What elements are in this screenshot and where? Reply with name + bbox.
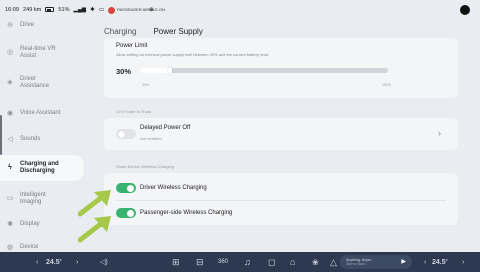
- left-temperature[interactable]: 24.5 °: [46, 252, 62, 272]
- volume-icon[interactable]: ◁): [100, 252, 108, 272]
- wireless-charging-card: [104, 173, 458, 225]
- brightness-icon: ✺: [7, 221, 13, 229]
- tab-bar: Charging Power Supply: [104, 27, 203, 36]
- passenger-wireless-toggle[interactable]: [116, 208, 136, 218]
- temp-down-left-icon[interactable]: ‹: [36, 252, 38, 272]
- camera-icon: ▭: [6, 195, 14, 203]
- sidebar-item-drive[interactable]: ⊖ Drive: [0, 20, 88, 32]
- clock: 16:09: [5, 7, 19, 13]
- settings-sidebar: ⊖ Drive ◎ Real-time VR Assist ◈ Driver A…: [0, 14, 88, 252]
- power-limit-slider[interactable]: [140, 68, 388, 73]
- delayed-power-off-toggle[interactable]: [116, 129, 136, 139]
- annotation-arrow-icon: [78, 216, 111, 243]
- sidebar-item-voice-assistant[interactable]: ◉ Voice Assistant: [0, 105, 88, 123]
- slider-min-label: 30%: [142, 83, 150, 87]
- right-temp-value: 24.5: [432, 258, 446, 266]
- sidebar-item-driver-assistance[interactable]: ◈ Driver Assistance: [0, 74, 88, 92]
- temp-down-right-icon[interactable]: ‹: [424, 252, 426, 272]
- sidebar-item-sounds[interactable]: ◁ Sounds: [0, 134, 88, 146]
- battery-percent: 51%: [58, 7, 70, 13]
- passenger-wireless-label: Passenger-side Wireless Charging: [140, 210, 233, 216]
- power-limit-slider-handle[interactable]: [168, 67, 172, 74]
- sidebar-item-label: Intelligent Imaging: [20, 191, 46, 206]
- left-temp-value: 24.5: [46, 258, 60, 266]
- steering-wheel-icon: ⊖: [7, 22, 13, 30]
- sidebar-item-intelligent-imaging[interactable]: ▭ Intelligent Imaging: [0, 190, 88, 208]
- media-artist: Stereo Naro: [346, 262, 366, 266]
- music-icon[interactable]: ♫: [244, 252, 251, 272]
- voice-assistant-icon: ◉: [6, 110, 14, 118]
- power-limit-description: Allow setting an external power supply l…: [116, 52, 270, 57]
- speaker-icon: ◁: [7, 136, 13, 144]
- driver-wireless-label: Driver Wireless Charging: [140, 185, 207, 191]
- signal-icon: ▂▄▆: [73, 7, 87, 13]
- slider-max-label: 100%: [382, 83, 391, 87]
- media-player[interactable]: Anything, Anyw... Stereo Naro ▶: [340, 255, 412, 269]
- sidebar-item-charging[interactable]: ϟ Charging and Discharging: [0, 155, 84, 181]
- temp-unit: °: [59, 259, 62, 265]
- right-temperature[interactable]: 24.5 °: [432, 252, 448, 272]
- section-label-wireless: Smart Device Wireless Charging: [116, 164, 174, 169]
- sidebar-item-label: Voice Assistant: [20, 110, 61, 117]
- camera-360-icon[interactable]: 360: [218, 252, 228, 272]
- sidebar-scrollbar[interactable]: [0, 115, 2, 155]
- apps-grid-icon[interactable]: ⊞: [172, 252, 180, 272]
- tab-charging[interactable]: Charging: [104, 27, 136, 36]
- charging-icon: ϟ: [8, 164, 12, 172]
- sidebar-item-label: Sounds: [20, 136, 41, 143]
- sidebar-item-label: Real-time VR Assist: [20, 45, 56, 60]
- sidebar-item-label: Device: [20, 244, 39, 251]
- chevron-right-icon[interactable]: ›: [438, 128, 441, 138]
- fan-icon[interactable]: ❀: [312, 252, 319, 272]
- range-readout: 249 km: [23, 7, 42, 13]
- power-limit-value: 30%: [116, 67, 132, 76]
- sidebar-item-display[interactable]: ✺ Display: [0, 219, 88, 231]
- power-limit-slider-fill: [140, 68, 170, 73]
- car-icon[interactable]: ⊟: [196, 252, 204, 272]
- driver-wireless-toggle[interactable]: [116, 183, 136, 193]
- row-divider: [116, 200, 446, 201]
- sidebar-item-label: Display: [20, 221, 40, 228]
- tab-power-supply[interactable]: Power Supply: [153, 27, 202, 36]
- phone-icon[interactable]: ◻: [268, 252, 275, 272]
- section-label-12v: 12V Power in Trunk: [116, 109, 151, 114]
- device-icon: ◍: [6, 244, 14, 252]
- temp-unit: °: [445, 259, 448, 265]
- navigation-icon[interactable]: △: [330, 252, 337, 272]
- sidebar-item-label: Drive: [20, 22, 35, 29]
- sidebar-item-vr-assist[interactable]: ◎ Real-time VR Assist: [0, 44, 88, 62]
- play-icon[interactable]: ▶: [401, 258, 406, 265]
- driver-assistance-icon: ◈: [7, 79, 13, 87]
- sidebar-item-label: Driver Assistance: [20, 75, 50, 90]
- delayed-power-off-card[interactable]: [104, 118, 458, 150]
- battery-icon: [45, 7, 55, 13]
- temp-up-left-icon[interactable]: ›: [76, 252, 78, 272]
- vr-assist-icon: ◎: [6, 49, 14, 57]
- delayed-power-off-label: Delayed Power Off: [140, 125, 191, 131]
- home-icon[interactable]: ⌂: [290, 252, 295, 272]
- sidebar-item-label: Charging and Discharging: [20, 160, 59, 175]
- temp-up-right-icon[interactable]: ›: [462, 252, 464, 272]
- power-limit-title: Power Limit: [116, 43, 148, 49]
- delayed-power-off-status: Not enabled: [140, 136, 162, 141]
- bottom-dock: ‹ 24.5 ° › ◁) ⊞ ⊟ 360 ♫ ◻ ⌂ ❀ △ Anything,…: [0, 252, 480, 272]
- sidebar-item-device[interactable]: ◍ Device: [0, 242, 88, 252]
